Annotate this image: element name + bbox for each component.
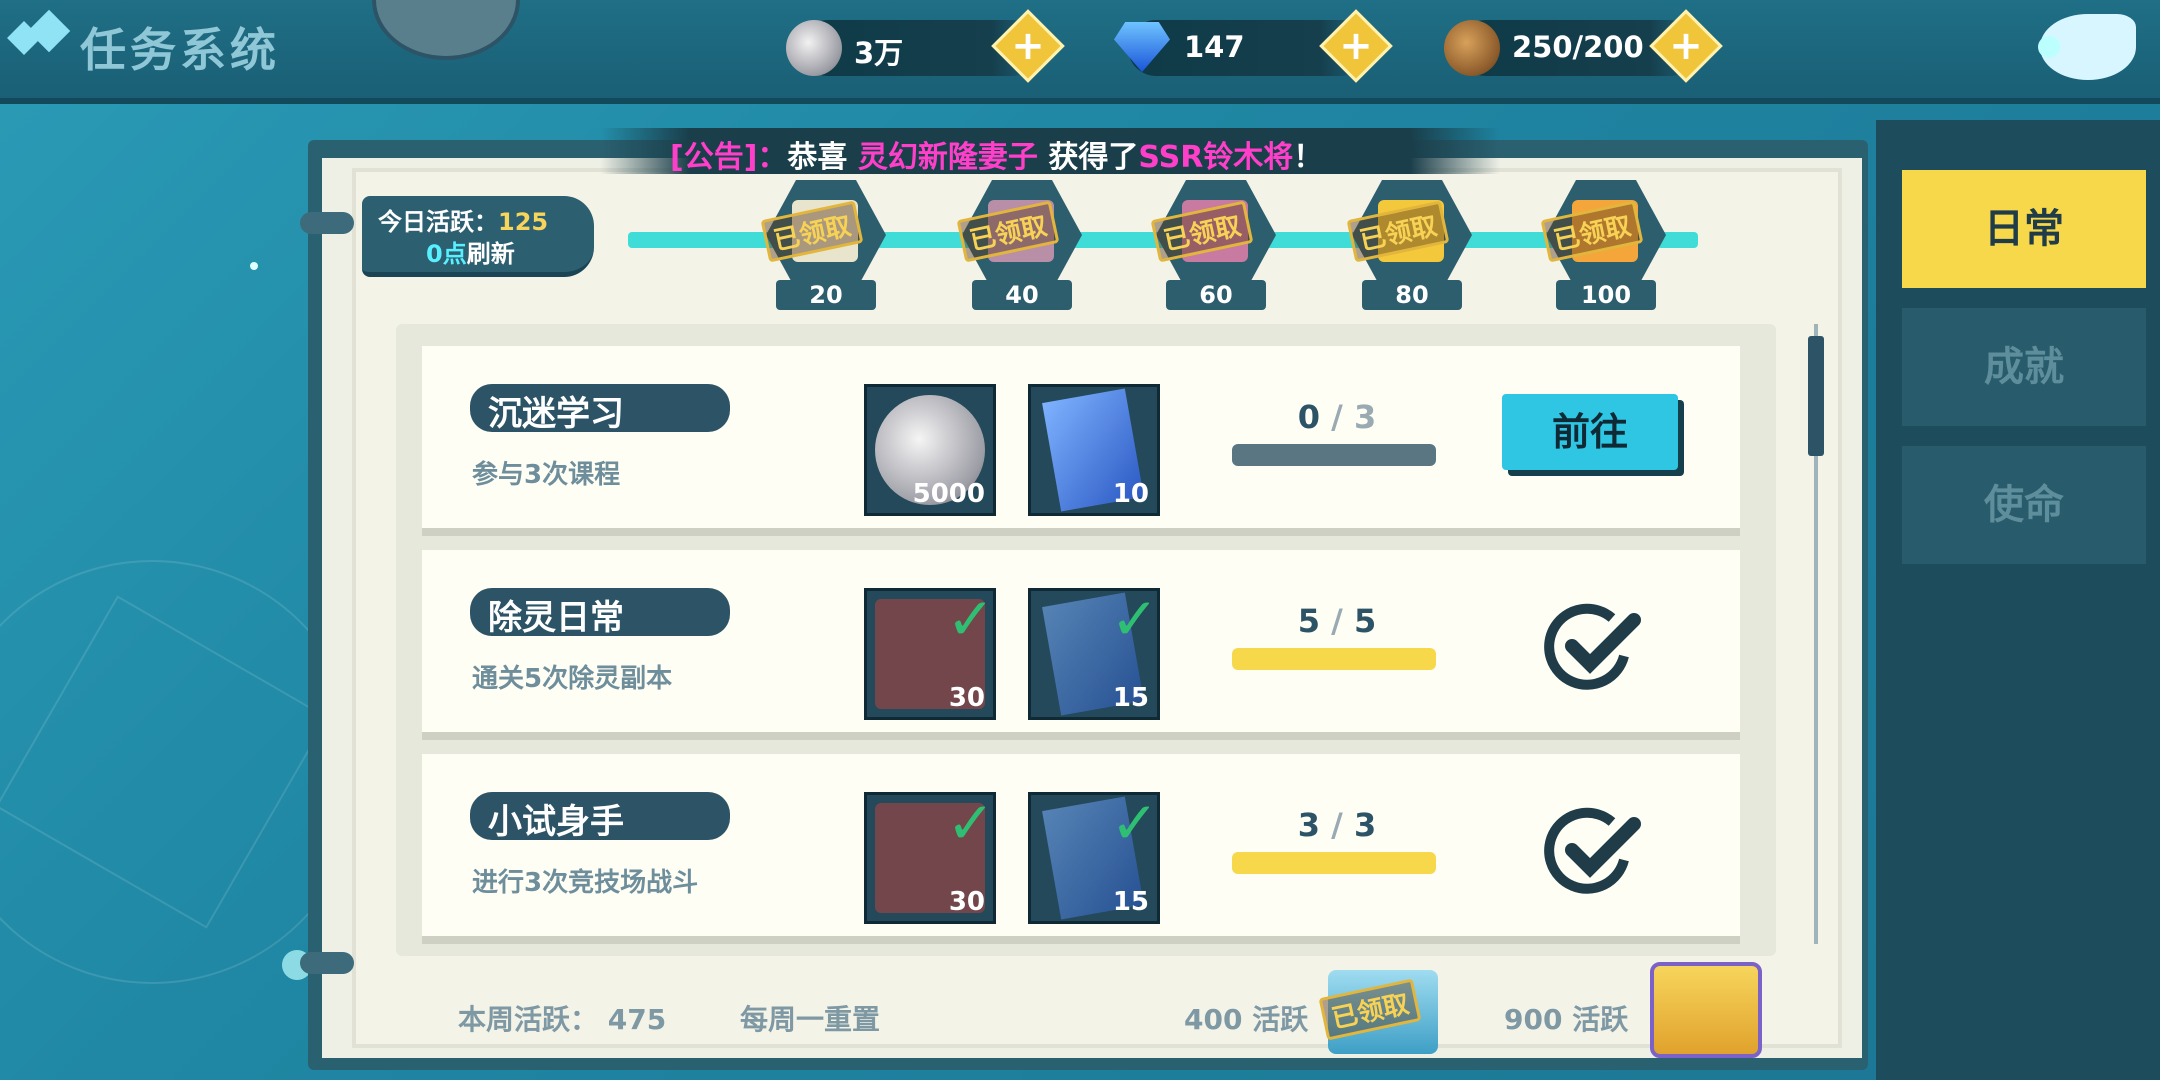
check-icon: ✓ (1110, 585, 1159, 653)
weekly-reset-label: 每周一重置 (740, 1003, 881, 1036)
milestone-points: 80 (1362, 280, 1462, 310)
task-desc: 通关5次除灵副本 (472, 664, 673, 694)
refresh-label: 0点刷新 (426, 234, 515, 269)
diamond-icon (27, 9, 71, 53)
notice-reward: SSR铃木将 (1138, 140, 1294, 175)
scrollbar-thumb[interactable] (1808, 336, 1824, 456)
notice-text-1: 恭喜 (787, 140, 858, 175)
tab-mission[interactable]: 使命 (1902, 446, 2146, 564)
daily-activity-value: 125 (498, 208, 549, 236)
binder-ring (300, 952, 354, 974)
weekly-activity-text: 本周活跃： (458, 1003, 599, 1036)
task-progress-bar (1232, 852, 1436, 874)
goto-button[interactable]: 前往 (1502, 394, 1678, 470)
reward-item[interactable]: ✓ 15 (1028, 789, 1160, 924)
tab-daily[interactable]: 日常 (1902, 170, 2146, 288)
check-icon: ✓ (946, 585, 995, 653)
progress-current: 0 (1297, 398, 1321, 436)
progress-total: 3 (1353, 806, 1377, 844)
notice-text-2: 获得了 (1037, 140, 1139, 175)
currency-value: 250/200 (1512, 30, 1644, 64)
daily-activity-label: 今日活跃：125 (378, 202, 548, 237)
weekly-activity-label: 本周活跃： 475 (458, 998, 666, 1038)
notice-text: [公告]：恭喜 灵幻新隆妻子 获得了SSR铃木将！ (670, 132, 1323, 176)
progress-sep: / (1331, 602, 1343, 640)
reward-item[interactable]: ✓ 30 (864, 585, 996, 720)
reward-item[interactable]: ✓ 30 (864, 789, 996, 924)
completed-check-icon (1542, 598, 1642, 698)
currency-value: 3万 (854, 36, 904, 70)
check-icon: ✓ (946, 789, 995, 857)
tab-achievement[interactable]: 成就 (1902, 308, 2146, 426)
refresh-time: 0点 (426, 240, 467, 268)
reward-item[interactable]: 10 (1028, 384, 1160, 516)
daily-activity-text: 今日活跃： (378, 208, 498, 236)
tier1-unit: 活跃 (1252, 1003, 1309, 1036)
tier2-points: 900 (1504, 1003, 1563, 1036)
task-progress-text: 0 / 3 (1232, 398, 1442, 436)
refresh-text: 刷新 (466, 240, 515, 268)
weekly-chest-icon[interactable] (1650, 962, 1762, 1058)
task-desc: 参与3次课程 (472, 460, 621, 490)
top-bar (0, 0, 2160, 104)
reward-count: 5000 (912, 479, 985, 509)
page-title: 任务系统 (80, 23, 280, 77)
binder-ring (300, 212, 354, 234)
progress-sep: / (1331, 806, 1343, 844)
weekly-tier2-label: 900 活跃 (1504, 998, 1628, 1038)
task-row: 除灵日常 通关5次除灵副本 ✓ 30 ✓ 15 5 / 5 (422, 550, 1740, 740)
task-row: 沉迷学习 参与3次课程 5000 10 0 / 3 前往 (422, 346, 1740, 536)
reward-count: 10 (1112, 479, 1149, 509)
reward-count: 15 (1112, 683, 1149, 713)
stamina-cookie-icon (1444, 20, 1500, 76)
progress-total: 3 (1353, 398, 1377, 436)
tier2-unit: 活跃 (1572, 1003, 1629, 1036)
notice-player: 灵幻新隆妻子 (857, 140, 1038, 175)
reward-item[interactable]: ✓ 15 (1028, 585, 1160, 720)
progress-current: 3 (1297, 806, 1321, 844)
task-progress-text: 5 / 5 (1232, 602, 1442, 640)
reward-count: 15 (1112, 887, 1149, 917)
notice-suffix: ！ (1293, 140, 1324, 175)
task-name: 除灵日常 (488, 598, 624, 638)
completed-check-icon (1542, 802, 1642, 902)
task-name: 小试身手 (488, 802, 624, 842)
silver-coin-icon (786, 20, 842, 76)
progress-total: 5 (1353, 602, 1377, 640)
progress-sep: / (1331, 398, 1343, 436)
progress-current: 5 (1297, 602, 1321, 640)
reward-count: 30 (948, 887, 985, 917)
bg-sparkle (250, 262, 258, 270)
task-row: 小试身手 进行3次竞技场战斗 ✓ 30 ✓ 15 3 / 3 (422, 754, 1740, 944)
task-desc: 进行3次竞技场战斗 (472, 868, 699, 898)
reward-count: 30 (948, 683, 985, 713)
milestone-points: 60 (1166, 280, 1266, 310)
milestone-points: 40 (972, 280, 1072, 310)
back-button[interactable] (7, 9, 72, 66)
reward-item[interactable]: 5000 (864, 384, 996, 516)
notice-prefix: [公告]： (670, 140, 788, 175)
task-progress-bar (1232, 444, 1436, 466)
weekly-tier1-label: 400 活跃 (1184, 998, 1308, 1038)
task-progress-bar (1232, 648, 1436, 670)
weekly-activity-value: 475 (607, 1003, 667, 1036)
tier1-points: 400 (1184, 1003, 1243, 1036)
milestone-points: 100 (1556, 280, 1656, 310)
mascot-icon (2038, 36, 2060, 58)
check-icon: ✓ (1110, 789, 1159, 857)
task-progress-text: 3 / 3 (1232, 806, 1442, 844)
task-name: 沉迷学习 (488, 394, 624, 434)
currency-value: 147 (1184, 30, 1245, 64)
milestone-points: 20 (776, 280, 876, 310)
